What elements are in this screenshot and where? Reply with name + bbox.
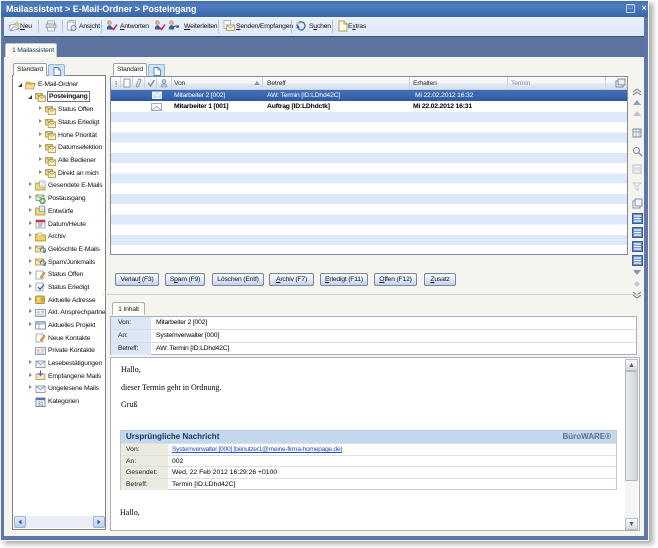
svg-text:31: 31 xyxy=(38,401,44,407)
svg-text:!: ! xyxy=(115,80,117,88)
